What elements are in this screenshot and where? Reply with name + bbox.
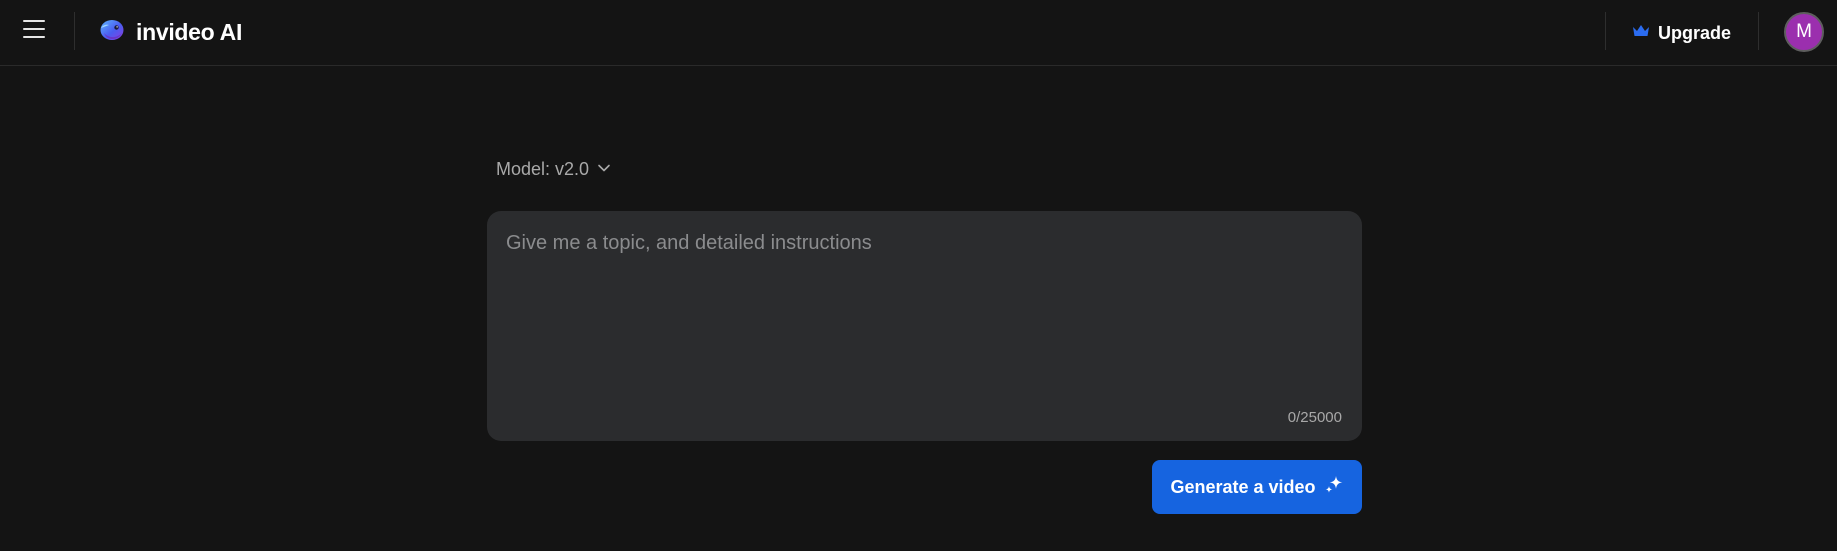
prompt-container: 0/25000 <box>487 211 1362 441</box>
upgrade-button[interactable]: Upgrade <box>1632 18 1731 48</box>
prompt-textarea[interactable] <box>487 211 1362 441</box>
crown-icon <box>1632 24 1650 43</box>
menu-line <box>23 36 45 38</box>
user-avatar[interactable]: M <box>1784 12 1824 52</box>
brand-name: invideo AI <box>136 18 243 45</box>
model-selector-label: Model: v2.0 <box>496 158 590 179</box>
header-divider <box>1758 12 1759 50</box>
generate-video-button[interactable]: Generate a video <box>1152 460 1362 514</box>
model-selector-dropdown[interactable]: Model: v2.0 <box>496 156 611 182</box>
top-navigation-bar: invideo AI Upgrade M <box>0 0 1837 66</box>
menu-line <box>23 20 45 22</box>
brand-logo-link[interactable]: invideo AI <box>98 16 242 48</box>
menu-line <box>23 28 45 30</box>
chevron-down-icon <box>597 159 611 180</box>
upgrade-label: Upgrade <box>1658 22 1732 43</box>
header-divider <box>1605 12 1606 50</box>
generate-video-label: Generate a video <box>1170 476 1316 497</box>
character-counter: 0/25000 <box>1287 409 1342 426</box>
header-divider <box>74 12 75 50</box>
invideo-logo-icon <box>98 16 126 49</box>
hamburger-menu-icon[interactable] <box>16 14 52 44</box>
sparkle-icon <box>1324 475 1344 500</box>
